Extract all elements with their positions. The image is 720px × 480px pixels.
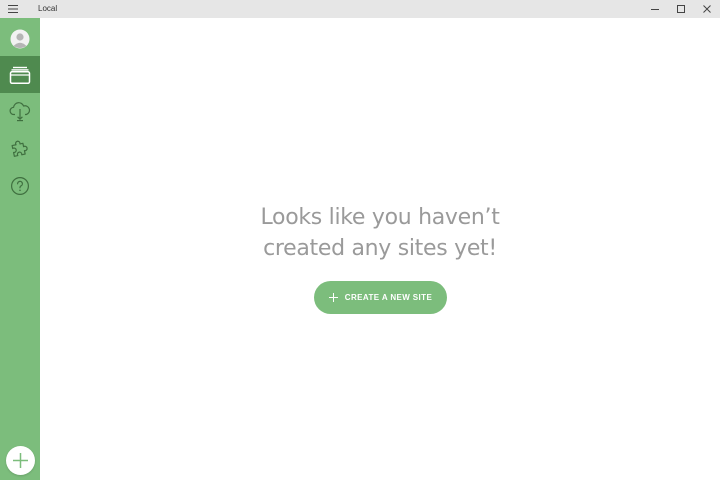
plus-icon (13, 453, 28, 468)
close-icon (703, 5, 711, 13)
window-controls (642, 0, 720, 18)
close-button[interactable] (694, 0, 720, 18)
sidebar-item-help[interactable] (0, 167, 40, 204)
title-bar: Local (0, 0, 720, 18)
create-new-site-label: CREATE A NEW SITE (344, 293, 433, 302)
add-site-button[interactable] (6, 446, 35, 475)
sidebar-item-sites[interactable] (0, 56, 40, 93)
empty-state-line-2: created any sites yet! (263, 236, 497, 261)
menu-icon[interactable] (0, 0, 26, 18)
sites-icon (9, 66, 31, 84)
sidebar-item-connect[interactable] (0, 93, 40, 130)
empty-state-message: Looks like you haven’t created any sites… (40, 202, 720, 264)
maximize-icon (677, 5, 685, 13)
main-content: Looks like you haven’t created any sites… (40, 18, 720, 480)
sidebar-item-addons[interactable] (0, 130, 40, 167)
minimize-icon (651, 9, 659, 10)
maximize-button[interactable] (668, 0, 694, 18)
plus-icon (328, 293, 338, 302)
help-icon (11, 176, 29, 195)
sidebar-item-account[interactable] (0, 20, 40, 57)
window-title: Local (38, 4, 58, 13)
minimize-button[interactable] (642, 0, 668, 18)
puzzle-addons-icon (11, 140, 28, 157)
user-avatar-icon (10, 29, 30, 48)
empty-state-line-1: Looks like you haven’t (260, 205, 500, 230)
create-new-site-button[interactable]: CREATE A NEW SITE (314, 281, 447, 314)
cloud-connect-icon (9, 101, 31, 121)
sidebar (0, 18, 40, 480)
